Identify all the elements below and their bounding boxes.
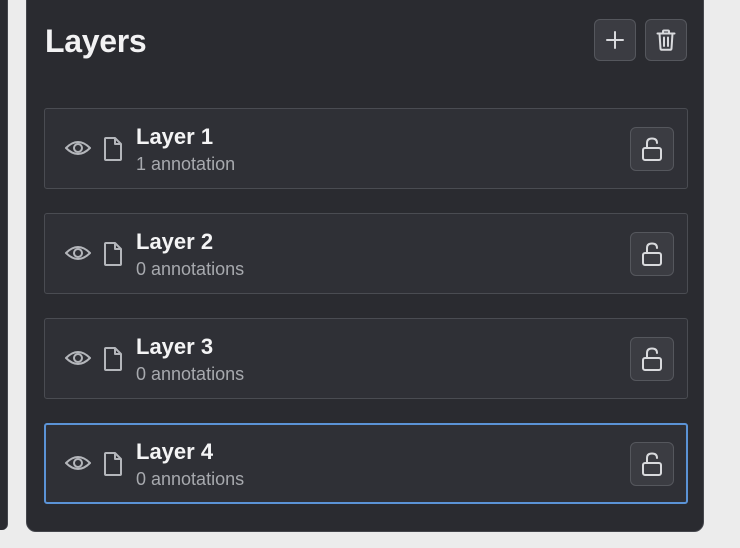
document-icon bbox=[104, 242, 122, 266]
layer-annotation-count: 1 annotation bbox=[136, 154, 236, 174]
lock-toggle-button[interactable] bbox=[630, 127, 674, 171]
layer-name: Layer 4 bbox=[136, 439, 214, 464]
layer-row-3[interactable]: Layer 3 0 annotations bbox=[44, 318, 688, 399]
app-canvas: Layers Layer 1 1 annotation Layer 2 0 an… bbox=[0, 0, 740, 548]
eye-icon[interactable] bbox=[64, 138, 92, 158]
layer-row-1[interactable]: Layer 1 1 annotation bbox=[44, 108, 688, 189]
add-layer-button[interactable] bbox=[594, 19, 636, 61]
eye-icon[interactable] bbox=[64, 243, 92, 263]
left-panel-edge bbox=[0, 0, 8, 530]
document-icon bbox=[104, 347, 122, 371]
layer-annotation-count: 0 annotations bbox=[136, 259, 245, 279]
unlock-icon bbox=[642, 347, 662, 371]
layer-annotation-count: 0 annotations bbox=[136, 364, 245, 384]
document-icon bbox=[104, 452, 122, 476]
unlock-icon bbox=[642, 452, 662, 476]
delete-layer-button[interactable] bbox=[645, 19, 687, 61]
unlock-icon bbox=[642, 137, 662, 161]
layer-row-4[interactable]: Layer 4 0 annotations bbox=[44, 423, 688, 504]
lock-toggle-button[interactable] bbox=[630, 337, 674, 381]
layer-name: Layer 1 bbox=[136, 124, 214, 149]
trash-icon bbox=[656, 29, 676, 51]
layer-name: Layer 3 bbox=[136, 334, 214, 359]
lock-toggle-button[interactable] bbox=[630, 442, 674, 486]
unlock-icon bbox=[642, 242, 662, 266]
panel-title: Layers bbox=[45, 23, 147, 59]
layer-row-2[interactable]: Layer 2 0 annotations bbox=[44, 213, 688, 294]
layer-name: Layer 2 bbox=[136, 229, 214, 254]
eye-icon[interactable] bbox=[64, 348, 92, 368]
lock-toggle-button[interactable] bbox=[630, 232, 674, 276]
eye-icon[interactable] bbox=[64, 453, 92, 473]
document-icon bbox=[104, 137, 122, 161]
plus-icon bbox=[606, 31, 624, 49]
layer-annotation-count: 0 annotations bbox=[136, 469, 245, 489]
layer-list: Layer 1 1 annotation Layer 2 0 annotatio… bbox=[44, 108, 688, 528]
